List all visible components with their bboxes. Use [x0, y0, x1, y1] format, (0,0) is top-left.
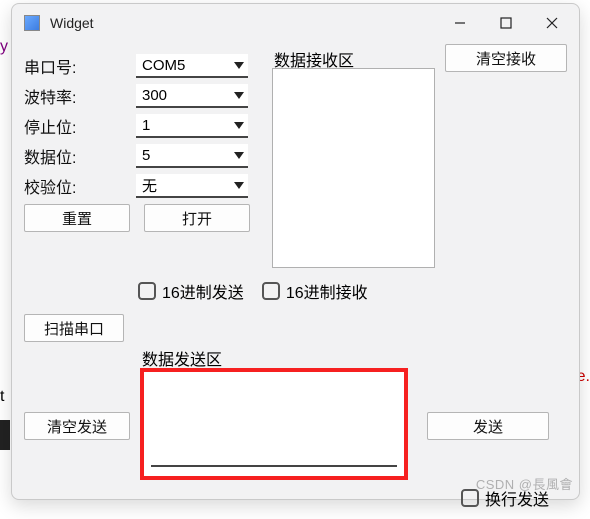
page-edge-text-y: y — [0, 38, 8, 56]
widget-window: Widget 串口号: COM5 波特率: 300 停止位: — [11, 3, 580, 500]
send-textarea[interactable] — [151, 379, 397, 467]
clear-send-button[interactable]: 清空发送 — [24, 412, 130, 440]
maximize-icon — [500, 17, 512, 29]
checkbox-icon — [262, 282, 280, 300]
watermark-text: CSDN @長風會 — [476, 474, 573, 493]
hex-recv-checkbox[interactable]: 16进制接收 — [262, 279, 368, 303]
chevron-down-icon — [234, 62, 244, 69]
close-icon — [546, 17, 558, 29]
hex-recv-label: 16进制接收 — [286, 279, 368, 303]
minimize-icon — [454, 17, 466, 29]
chevron-down-icon — [234, 122, 244, 129]
maximize-button[interactable] — [483, 8, 529, 38]
port-value: COM5 — [142, 57, 185, 74]
stopbit-value: 1 — [142, 117, 150, 134]
databit-value: 5 — [142, 147, 150, 164]
send-textarea-highlight — [140, 368, 408, 480]
port-combobox[interactable]: COM5 — [136, 54, 248, 78]
chevron-down-icon — [234, 92, 244, 99]
send-button[interactable]: 发送 — [427, 412, 549, 440]
scan-port-button[interactable]: 扫描串口 — [24, 314, 124, 342]
chevron-down-icon — [234, 182, 244, 189]
page-edge-text-t: t — [0, 388, 4, 406]
clear-recv-button[interactable]: 清空接收 — [445, 44, 567, 72]
stopbit-combobox[interactable]: 1 — [136, 114, 248, 138]
hex-send-label: 16进制发送 — [162, 279, 244, 303]
stopbit-label: 停止位: — [24, 114, 136, 138]
minimize-button[interactable] — [437, 8, 483, 38]
close-button[interactable] — [529, 8, 575, 38]
baud-label: 波特率: — [24, 84, 136, 108]
baud-combobox[interactable]: 300 — [136, 84, 248, 108]
titlebar: Widget — [12, 4, 579, 42]
databit-label: 数据位: — [24, 144, 136, 168]
parity-label: 校验位: — [24, 174, 136, 198]
parity-combobox[interactable]: 无 — [136, 174, 248, 198]
checkbox-icon — [138, 282, 156, 300]
window-title: Widget — [50, 15, 94, 31]
databit-combobox[interactable]: 5 — [136, 144, 248, 168]
parity-value: 无 — [142, 175, 157, 196]
hex-send-checkbox[interactable]: 16进制发送 — [138, 279, 244, 303]
port-label: 串口号: — [24, 54, 136, 78]
open-button[interactable]: 打开 — [144, 204, 250, 232]
recv-textarea[interactable] — [272, 68, 435, 268]
reset-button[interactable]: 重置 — [24, 204, 130, 232]
chevron-down-icon — [234, 152, 244, 159]
send-area-label: 数据发送区 — [142, 346, 222, 370]
content-area: 串口号: COM5 波特率: 300 停止位: 1 数据位: 5 — [12, 42, 579, 248]
page-edge-black-block — [0, 420, 10, 450]
app-icon — [24, 15, 40, 31]
baud-value: 300 — [142, 87, 167, 104]
